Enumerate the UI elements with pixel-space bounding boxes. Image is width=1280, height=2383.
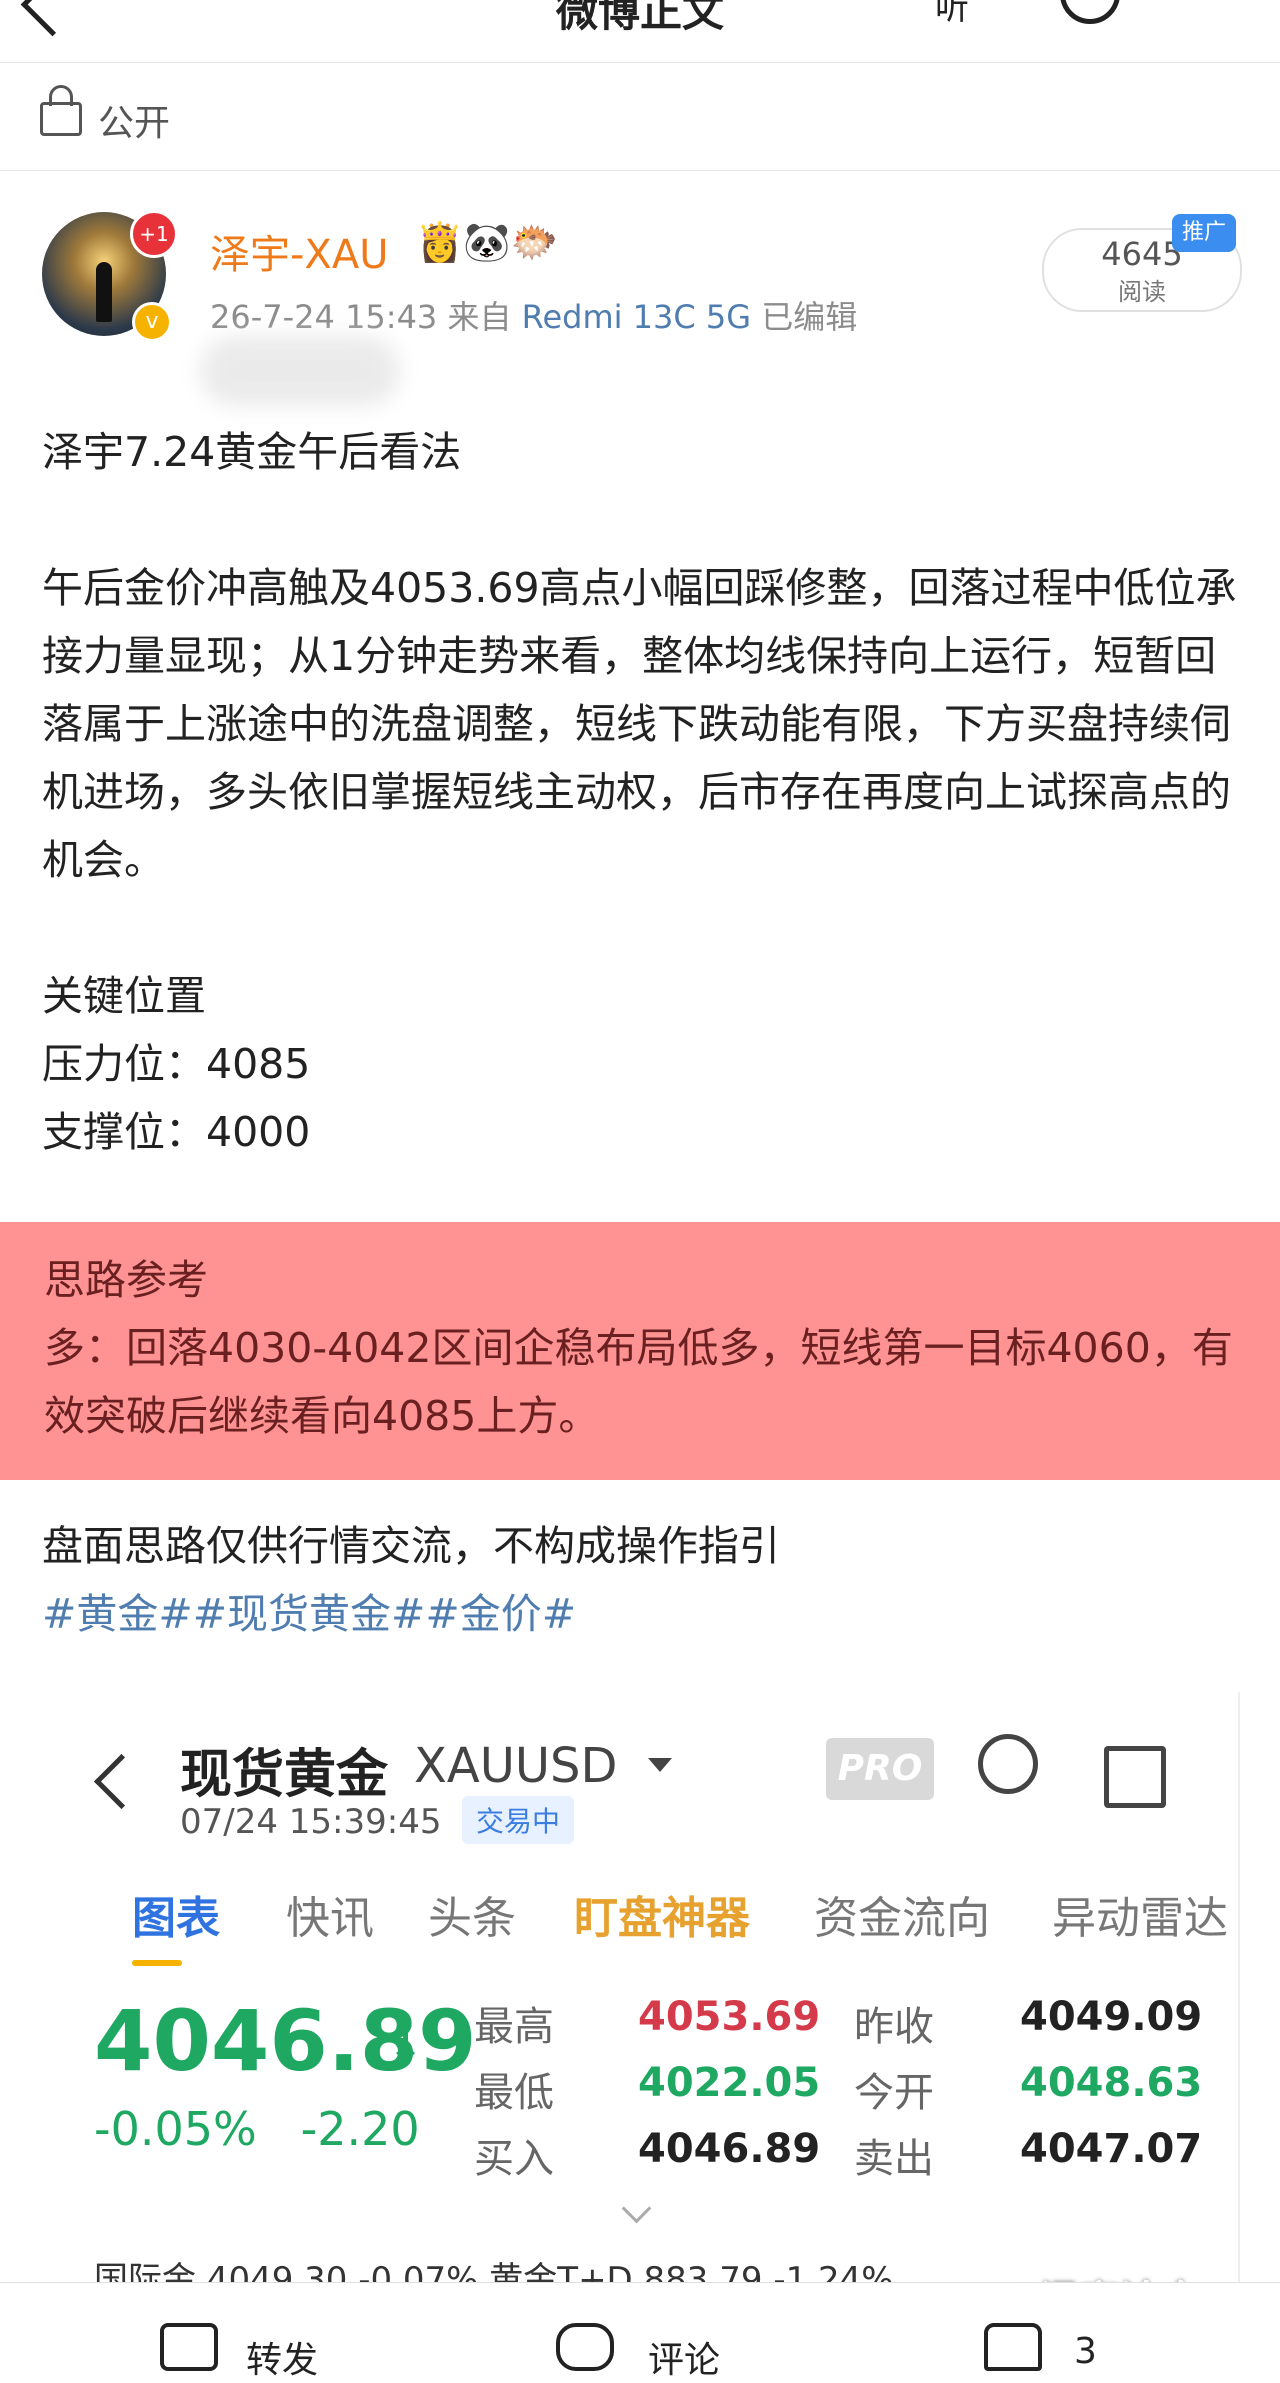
stat-prev: 4049.09 (1020, 1994, 1203, 2040)
embed-tab-underline (132, 1960, 182, 1966)
stat-low-label: 最低 (474, 2070, 554, 2116)
embed-tab-chart: 图表 (132, 1893, 220, 1944)
hashtags[interactable]: #黄金##现货黄金##金价# (42, 1580, 1242, 1648)
bottom-action-bar: 转发 评论 3 (0, 2282, 1280, 2381)
stat-prev-label: 昨收 (854, 2004, 934, 2050)
post-time: 26-7-24 15:43 (210, 298, 438, 336)
stat-low: 4022.05 (638, 2060, 821, 2106)
expand-chevron-icon (621, 2193, 652, 2224)
avatar-figure (96, 262, 112, 322)
verified-icon: v (132, 302, 172, 342)
more-icon[interactable]: ··· (1170, 0, 1228, 20)
embed-status: 交易中 (462, 1796, 575, 1844)
privacy-row: 公开 (0, 62, 1280, 171)
embed-tab-capital-flow: 资金流向 (814, 1893, 990, 1944)
strategy-title: 思路参考 (44, 1256, 208, 1304)
comment-icon[interactable] (556, 2323, 614, 2371)
embed-tab-radar: 异动雷达 (1052, 1893, 1228, 1944)
post-footer-text: 盘面思路仅供行情交流，不构成操作指引 #黄金##现货黄金##金价# (42, 1512, 1242, 1648)
embed-caret-icon (648, 1758, 672, 1772)
post-body: 泽宇7.24黄金午后看法 午后金价冲高触及4053.69高点小幅回踩修整，回落过… (42, 418, 1242, 1166)
repost-icon[interactable] (160, 2323, 218, 2371)
privacy-label: 公开 (98, 103, 171, 144)
key-levels-title: 关键位置 (42, 972, 206, 1020)
comment-button[interactable]: 评论 (648, 2331, 720, 2383)
device-link[interactable]: Redmi 13C 5G (522, 298, 751, 336)
source-prefix: 来自 (447, 298, 512, 336)
embed-change: -0.05% -2.20 (94, 2102, 420, 2156)
stat-open-label: 今开 (854, 2070, 934, 2116)
embed-change-pct: -0.05% (94, 2102, 257, 2156)
avatar-badge: +1 (130, 210, 178, 258)
embed-time: 07/24 15:39:45 (180, 1802, 442, 1842)
embed-change-abs: -2.20 (300, 2102, 420, 2156)
author-name[interactable]: 泽宇-XAU (210, 222, 388, 280)
author-emojis: 👸🐼🐡 (416, 220, 558, 264)
embed-tab-monitor: 盯盘神器 (574, 1893, 750, 1944)
listen-button[interactable]: 听 (935, 0, 969, 29)
top-bar: 微博正文 听 ··· (0, 0, 1280, 63)
embed-share-icon (1104, 1746, 1166, 1808)
lock-icon (40, 85, 82, 136)
post-meta: 26-7-24 15:43 来自 Redmi 13C 5G 已编辑 (210, 292, 857, 338)
strategy-highlight: 思路参考 多：回落4030-4042区间企稳布局低多，短线第一目标4060，有效… (0, 1222, 1280, 1480)
like-icon[interactable] (984, 2323, 1042, 2371)
disclaimer: 盘面思路仅供行情交流，不构成操作指引 (42, 1522, 780, 1570)
stat-bid-label: 买入 (474, 2136, 554, 2182)
stat-bid: 4046.89 (638, 2126, 821, 2172)
embed-code: XAUUSD (414, 1738, 618, 1794)
repost-button[interactable]: 转发 (246, 2331, 318, 2383)
embed-tabs: 图表 快讯 头条 盯盘神器 资金流向 异动雷达 (90, 1882, 1230, 1962)
stat-ask-label: 卖出 (854, 2136, 934, 2182)
embedded-screenshot[interactable]: 现货黄金 XAUUSD 07/24 15:39:45 交易中 PRO 图表 快讯… (42, 1692, 1240, 2282)
edited-label: 已编辑 (761, 298, 858, 336)
strategy-text: 多：回落4030-4042区间企稳布局低多，短线第一目标4060，有效突破后继续… (44, 1324, 1233, 1440)
support-level: 支撑位：4000 (42, 1108, 311, 1156)
promo-badge[interactable]: 推广 (1172, 214, 1236, 252)
embed-title: 现货黄金 (180, 1745, 389, 1805)
post-title: 泽宇7.24黄金午后看法 (42, 428, 462, 476)
embed-search-icon (978, 1734, 1038, 1794)
post-paragraph: 午后金价冲高触及4053.69高点小幅回踩修整，回落过程中低位承接力量显现；从1… (42, 564, 1237, 884)
stat-high-label: 最高 (474, 2004, 554, 2050)
stat-ask: 4047.07 (1020, 2126, 1203, 2172)
embed-back-icon (93, 1753, 150, 1810)
embed-pro-badge: PRO (826, 1738, 934, 1800)
down-arrow-icon: ↓ (388, 2022, 424, 2071)
like-count[interactable]: 3 (1074, 2331, 1097, 2372)
stat-open: 4048.63 (1020, 2060, 1203, 2106)
embed-tab-headlines: 头条 (428, 1893, 516, 1944)
blurred-region (200, 336, 400, 406)
read-label: 阅读 (1118, 278, 1166, 306)
resistance-level: 压力位：4085 (42, 1040, 311, 1088)
embed-tab-flash: 快讯 (286, 1893, 374, 1944)
stat-high: 4053.69 (638, 1994, 821, 2040)
